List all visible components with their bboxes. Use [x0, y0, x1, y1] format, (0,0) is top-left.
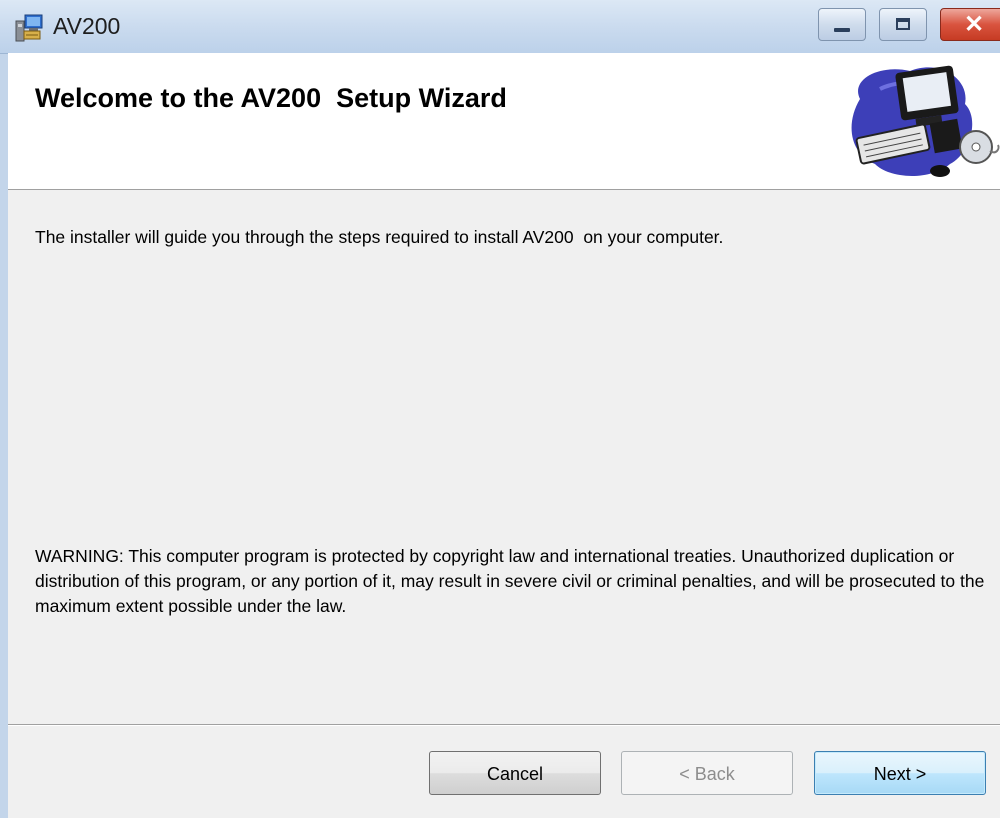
close-icon: ✕: [963, 11, 985, 38]
copyright-warning: WARNING: This computer program is protec…: [35, 546, 985, 616]
close-button[interactable]: ✕: [940, 8, 1000, 41]
cancel-button[interactable]: Cancel: [429, 751, 601, 795]
next-button[interactable]: Next >: [814, 751, 986, 795]
computer-clipart: [840, 59, 1000, 183]
footer-divider-highlight: [8, 725, 1000, 726]
back-button[interactable]: < Back: [621, 751, 793, 795]
intro-text: The installer will guide you through the…: [35, 227, 724, 247]
installer-app-icon: [13, 11, 45, 43]
page-title: Welcome to the AV200 Setup Wizard: [35, 83, 507, 113]
maximize-icon: [896, 18, 910, 30]
minimize-button[interactable]: [818, 8, 866, 41]
maximize-button[interactable]: [879, 8, 927, 41]
wizard-banner: Welcome to the AV200 Setup Wizard: [8, 53, 1000, 190]
title-bar[interactable]: AV200 ✕: [0, 0, 1000, 54]
window-title: AV200: [53, 13, 121, 39]
setup-window: AV200 ✕ Welcome to the AV200 Setup Wizar…: [0, 0, 1000, 818]
minimize-icon: [834, 28, 850, 32]
